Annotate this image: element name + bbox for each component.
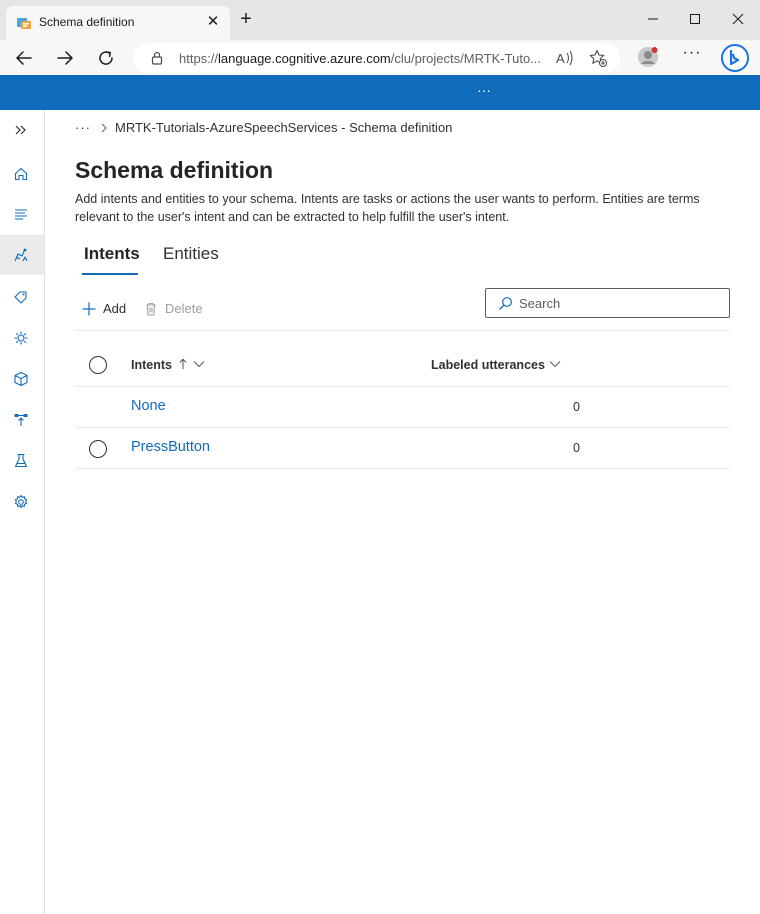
sort-ascending-icon (178, 358, 188, 370)
maximize-icon[interactable] (684, 8, 706, 30)
delete-icon (143, 301, 159, 317)
browser-toolbar: https://language.cognitive.azure.com/clu… (0, 40, 760, 75)
tab-close-icon[interactable]: ✕ (204, 13, 222, 31)
rail-home[interactable] (0, 154, 44, 194)
rail-entities[interactable] (0, 277, 44, 317)
reload-icon[interactable] (93, 45, 119, 71)
browser-tab-title: Schema definition (39, 15, 134, 29)
table-row[interactable]: PressButton 0 (75, 428, 730, 469)
select-all-checkbox[interactable] (89, 356, 107, 374)
minimize-icon[interactable] (642, 8, 664, 30)
intent-link[interactable]: PressButton (131, 439, 210, 455)
table-row[interactable]: None 0 (75, 387, 730, 428)
search-box[interactable] (485, 288, 730, 318)
tag-icon (13, 289, 29, 305)
url-text[interactable]: https://language.cognitive.azure.com/clu… (179, 51, 541, 66)
rail-training-jobs[interactable] (0, 318, 44, 358)
profile-avatar-icon[interactable] (637, 46, 659, 68)
expand-icon (13, 122, 29, 138)
new-tab-icon[interactable]: + (236, 9, 256, 29)
grid-header: Intents Labeled utterances (75, 343, 730, 387)
chevron-down-icon[interactable] (549, 360, 561, 368)
search-icon (498, 296, 513, 311)
tab-intents[interactable]: Intents (84, 244, 140, 264)
row-select-checkbox[interactable] (89, 440, 107, 458)
chevron-down-icon[interactable] (193, 360, 205, 368)
data-labeling-icon (13, 207, 29, 223)
training-icon (13, 330, 29, 346)
schema-icon (13, 247, 29, 263)
back-arrow-icon[interactable] (11, 45, 37, 71)
search-input[interactable] (519, 293, 719, 313)
lock-icon[interactable] (149, 50, 165, 66)
column-header-intents[interactable]: Intents (131, 358, 172, 372)
app-header-bar: ··· (0, 75, 760, 110)
deploy-icon (13, 412, 29, 428)
rail-settings[interactable] (0, 482, 44, 522)
rail-model-performance[interactable] (0, 359, 44, 399)
settings-icon (13, 494, 29, 510)
labeled-utterances-count: 0 (573, 441, 580, 455)
browser-tabstrip: Schema definition ✕ + (0, 0, 760, 40)
intent-link[interactable]: None (131, 398, 166, 414)
add-icon (81, 301, 97, 317)
browser-tab[interactable]: Schema definition ✕ (6, 6, 230, 40)
model-icon (13, 371, 29, 387)
tab-entities[interactable]: Entities (163, 244, 219, 264)
chevron-right-icon (99, 123, 109, 133)
language-studio-favicon-icon (16, 15, 32, 31)
breadcrumb-current: MRTK-Tutorials-AzureSpeechServices - Sch… (115, 120, 452, 135)
breadcrumb-overflow-button[interactable]: ··· (75, 120, 91, 135)
labeled-utterances-count: 0 (573, 400, 580, 414)
page-title: Schema definition (75, 157, 273, 184)
forward-arrow-icon[interactable] (52, 45, 78, 71)
page-description: Add intents and entities to your schema.… (75, 191, 735, 226)
address-bar[interactable]: https://language.cognitive.azure.com/clu… (133, 43, 620, 73)
window-close-icon[interactable] (727, 8, 749, 30)
svg-text:A: A (556, 51, 565, 66)
read-aloud-icon[interactable]: A (555, 48, 575, 68)
divider (75, 330, 730, 331)
rail-expand[interactable] (0, 110, 44, 150)
bing-copilot-icon[interactable] (720, 43, 750, 73)
delete-button-label: Delete (165, 301, 203, 316)
app-header-more-icon[interactable]: ··· (472, 82, 496, 102)
browser-more-icon[interactable]: ··· (680, 44, 704, 70)
rail-schema-definition[interactable] (0, 235, 44, 275)
selected-tab-indicator (82, 273, 138, 275)
left-nav-rail (0, 110, 45, 914)
test-icon (13, 453, 29, 469)
add-button-label: Add (103, 301, 126, 316)
rail-testing[interactable] (0, 441, 44, 481)
add-favorite-icon[interactable] (588, 48, 608, 68)
rail-deploying[interactable] (0, 400, 44, 440)
rail-data-labeling[interactable] (0, 195, 44, 235)
column-header-labeled-utterances[interactable]: Labeled utterances (431, 358, 545, 372)
home-icon (13, 166, 29, 182)
